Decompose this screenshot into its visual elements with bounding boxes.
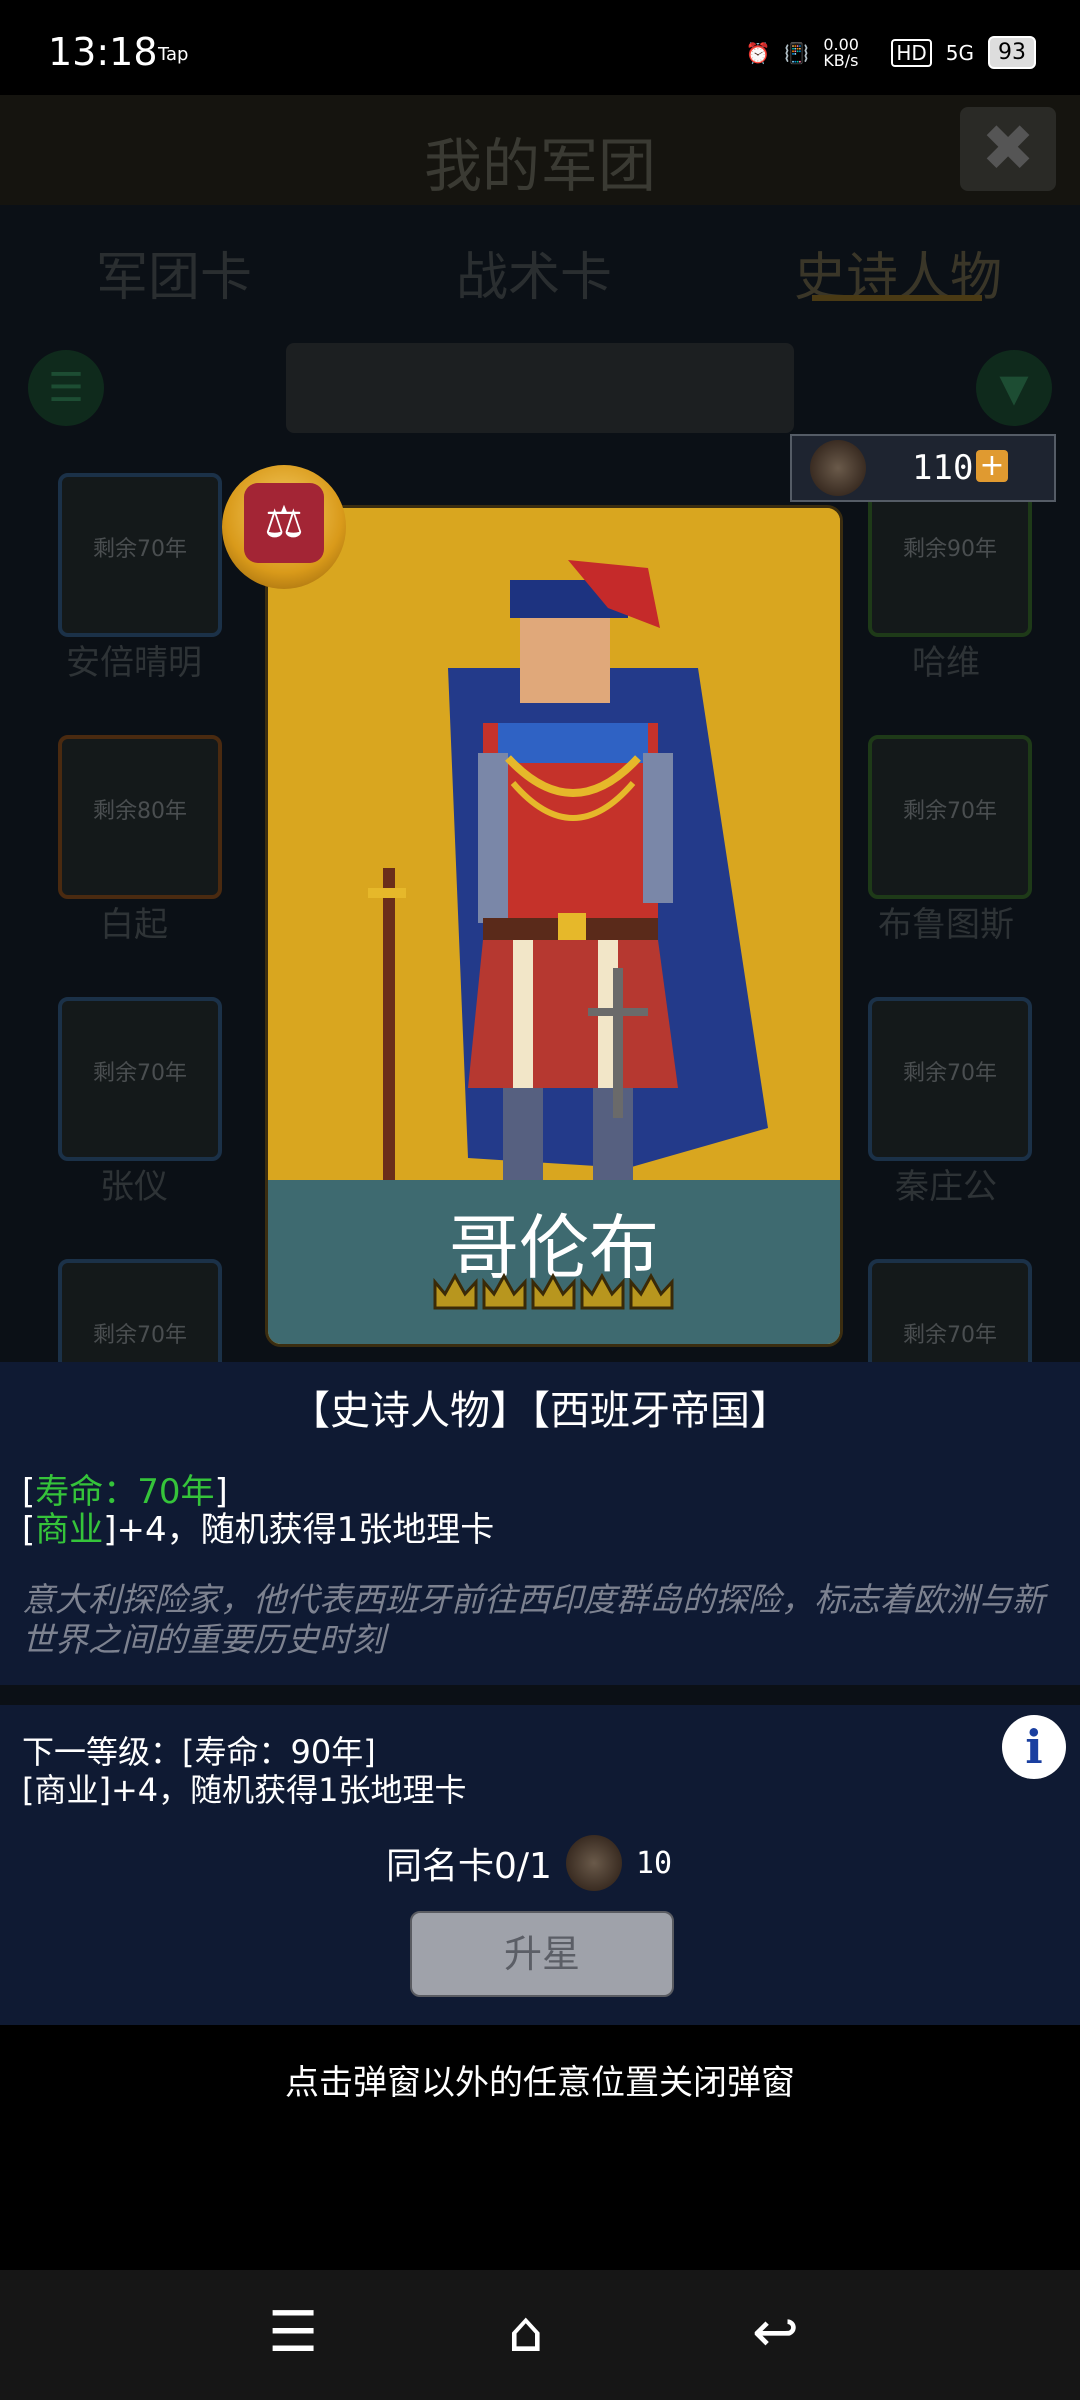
commerce-badge: ⚖ (222, 465, 346, 589)
home-icon[interactable]: ⌂ (508, 2300, 544, 2365)
card-remaining-label: 剩余70年 (903, 799, 997, 824)
card-name: 哈维 (912, 643, 980, 683)
close-hint: 点击弹窗以外的任意位置关闭弹窗 (285, 2063, 795, 2103)
card-name-bar: 哥伦布 (268, 1180, 840, 1344)
tab-tactic-cards[interactable]: 战术卡 (456, 235, 612, 310)
grid-card[interactable]: 剩余70年 (868, 997, 1032, 1161)
card-remaining-label: 剩余70年 (93, 1061, 187, 1086)
eagle-emblem-icon (565, 1835, 622, 1891)
menu-icon[interactable]: ☰ (268, 2300, 318, 2365)
system-nav-bar: ☰ ⌂ ↩ (0, 2270, 1080, 2400)
clock: 13:18 (48, 30, 158, 74)
signal-icon: 5G (945, 40, 974, 65)
grid-card[interactable]: 剩余80年 (58, 735, 222, 899)
add-currency-button[interactable]: + (976, 450, 1008, 482)
bracket: [ (22, 1510, 36, 1550)
battery-icon: 93 (988, 36, 1036, 69)
upgrade-star-button[interactable]: 升星 (410, 1911, 674, 1997)
crown-icon (580, 1272, 625, 1312)
grid-card[interactable]: 剩余70年 (58, 997, 222, 1161)
tab-underline (812, 295, 982, 301)
crown-icon (433, 1272, 478, 1312)
card-remaining-label: 剩余70年 (93, 1323, 187, 1348)
eagle-emblem-icon (810, 440, 866, 496)
alarm-icon: ⏰ (745, 40, 771, 65)
currency-value: 110 (912, 448, 974, 488)
list-menu-button[interactable]: ☰ (28, 350, 104, 426)
hero-description: 意大利探险家，他代表西班牙前往西印度群岛的探险，标志着欧洲与新世界之间的重要历史… (22, 1580, 1045, 1659)
star-rating (433, 1272, 674, 1324)
hero-portrait (268, 508, 840, 1180)
effect-tag: 商业 (35, 1510, 104, 1550)
same-card-count: 同名卡0/1 (386, 1846, 552, 1887)
net-speed: 0.00 KB/s (823, 34, 859, 70)
card-name: 安倍晴明 (66, 643, 202, 683)
card-tags: 【史诗人物】【西班牙帝国】 (290, 1388, 790, 1434)
next-level-effect: [商业]+4，随机获得1张地理卡 (22, 1771, 467, 1809)
scales-icon: ⚖ (244, 483, 324, 563)
tab-bar: 军团卡 战术卡 史诗人物 (0, 235, 1080, 325)
effect-line: [商业]+4，随机获得1张地理卡 (22, 1502, 494, 1551)
card-remaining-label: 剩余90年 (903, 537, 997, 562)
status-icons: ⏰ 📳 0.00 KB/s HD 5G 93 (745, 34, 1036, 70)
card-name: 白起 (100, 905, 168, 945)
currency-counter: 110 + (790, 434, 1056, 502)
back-icon[interactable]: ↩ (752, 2300, 799, 2365)
crown-icon (629, 1272, 674, 1312)
card-name: 张仪 (100, 1167, 168, 1207)
effect-text: ]+4，随机获得1张地理卡 (103, 1510, 495, 1550)
close-button[interactable]: ✖ (960, 107, 1056, 191)
header-bar: 我的军团 ✖ (0, 95, 1080, 205)
grid-card[interactable]: 剩余70年 (868, 735, 1032, 899)
card-remaining-label: 剩余70年 (93, 537, 187, 562)
status-bar: 13:18 Tap ⏰ 📳 0.00 KB/s HD 5G 93 (0, 0, 1080, 95)
card-remaining-label: 剩余70年 (903, 1061, 997, 1086)
hd-icon: HD (891, 38, 932, 67)
vibrate-icon: 📳 (784, 40, 810, 65)
crown-icon (482, 1272, 527, 1312)
info-icon[interactable]: i (1002, 1715, 1066, 1779)
card-remaining-label: 剩余70年 (903, 1323, 997, 1348)
card-remaining-label: 剩余80年 (93, 799, 187, 824)
search-input[interactable] (286, 343, 794, 433)
card-info-panel: 【史诗人物】【西班牙帝国】 [寿命：70年] [商业]+4，随机获得1张地理卡 … (0, 1362, 1080, 1685)
app-indicator: Tap (158, 44, 189, 65)
tab-legion-cards[interactable]: 军团卡 (96, 235, 252, 310)
hero-card: 哥伦布 (265, 505, 843, 1347)
grid-card[interactable]: 剩余70年 (58, 473, 222, 637)
crown-icon (531, 1272, 576, 1312)
upgrade-panel: 下一等级：[寿命：90年] [商业]+4，随机获得1张地理卡 i 同名卡0/1 … (0, 1705, 1080, 2025)
upgrade-cost: 10 (635, 1845, 673, 1881)
card-name: 秦庄公 (895, 1167, 997, 1207)
card-name: 布鲁图斯 (878, 905, 1014, 945)
page-title: 我的军团 (423, 132, 656, 200)
same-card-requirement: 同名卡0/1 10 (386, 1835, 672, 1891)
filter-button[interactable]: ▼ (976, 350, 1052, 426)
